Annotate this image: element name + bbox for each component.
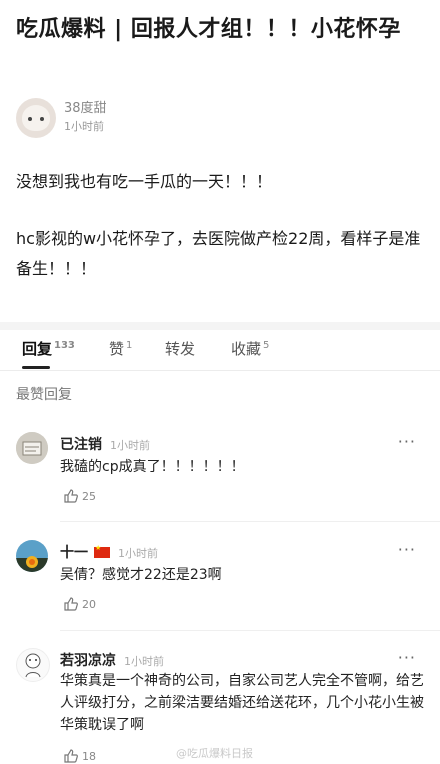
like-button[interactable]: 20 <box>63 596 96 612</box>
section-divider <box>0 322 440 330</box>
china-flag-icon <box>94 544 110 558</box>
author-block[interactable]: 38度甜 1小时前 <box>16 98 107 138</box>
tab-likes-label: 赞 <box>109 340 125 358</box>
thumbs-up-icon <box>64 749 78 763</box>
tab-replies-label: 回复 <box>22 340 53 358</box>
comment-author-name: 若羽凉凉 <box>60 653 116 669</box>
more-options-icon[interactable]: ··· <box>398 540 416 559</box>
like-count: 25 <box>82 489 96 503</box>
section-label: 最赞回复 <box>16 387 72 403</box>
comment-author[interactable]: 已注销 1小时前 <box>60 434 150 454</box>
post-time: 1小时前 <box>64 120 104 133</box>
like-button[interactable]: 18 <box>63 748 96 764</box>
like-count: 20 <box>82 597 96 611</box>
comment-divider <box>60 630 440 631</box>
tab-reposts-label: 转发 <box>165 340 196 358</box>
comment-author[interactable]: 若羽凉凉 1小时前 <box>60 650 164 670</box>
comment-text: 我磕的cp成真了！！！！！！ <box>60 459 245 475</box>
active-tab-indicator <box>22 366 50 369</box>
avatar[interactable] <box>16 98 56 138</box>
cat-avatar-icon <box>22 105 50 131</box>
tab-reposts[interactable]: 转发 <box>165 338 195 359</box>
avatar-photo-icon <box>16 540 48 572</box>
tab-favorites-label: 收藏 <box>231 340 262 358</box>
tab-likes-count: 1 <box>126 340 133 351</box>
like-button[interactable]: 25 <box>63 488 96 504</box>
like-count: 18 <box>82 749 96 763</box>
avatar[interactable] <box>16 648 50 682</box>
comment-text: 华策真是一个神奇的公司，自家公司艺人完全不管啊，给艺人评级打分，之前梁洁要结婚还… <box>60 673 424 733</box>
post-paragraph-2: hc影视的w小花怀孕了，去医院做产检22周，看样子是准备生！！！ <box>16 229 421 278</box>
avatar-photo-icon <box>16 432 48 464</box>
comment-time: 1小时前 <box>118 547 158 560</box>
comment-text: 吴倩？感觉才22还是23啊 <box>60 567 222 583</box>
avatar[interactable] <box>16 540 48 572</box>
tab-likes[interactable]: 赞1 <box>109 338 132 359</box>
tab-replies[interactable]: 回复 133 <box>22 338 75 359</box>
more-options-icon[interactable]: ··· <box>398 432 416 451</box>
tab-replies-count: 133 <box>54 340 75 351</box>
tab-favorites-count: 5 <box>263 340 270 351</box>
avatar[interactable] <box>16 432 48 464</box>
author-name[interactable]: 38度甜 <box>64 100 107 118</box>
tab-bar: 回复 133 赞1 转发 收藏 5 <box>0 330 440 371</box>
comment-time: 1小时前 <box>124 655 164 668</box>
comment-divider <box>60 521 440 522</box>
post-paragraph-1: 没想到我也有吃一手瓜的一天！！！ <box>16 172 273 191</box>
thumbs-up-icon <box>64 597 78 611</box>
more-options-icon[interactable]: ··· <box>398 648 416 667</box>
thumbs-up-icon <box>64 489 78 503</box>
post-title: 吃瓜爆料 | 回报人才组！！！小花怀孕 <box>16 17 401 42</box>
tab-favorites[interactable]: 收藏 5 <box>231 338 269 359</box>
cartoon-avatar-icon <box>25 653 41 678</box>
comment-author-name: 十一 <box>60 545 88 561</box>
comment-time: 1小时前 <box>110 439 150 452</box>
watermark: @吃瓜爆料日报 <box>176 747 253 760</box>
comment-author[interactable]: 十一 1小时前 <box>60 542 158 562</box>
comment-author-name: 已注销 <box>60 437 102 453</box>
